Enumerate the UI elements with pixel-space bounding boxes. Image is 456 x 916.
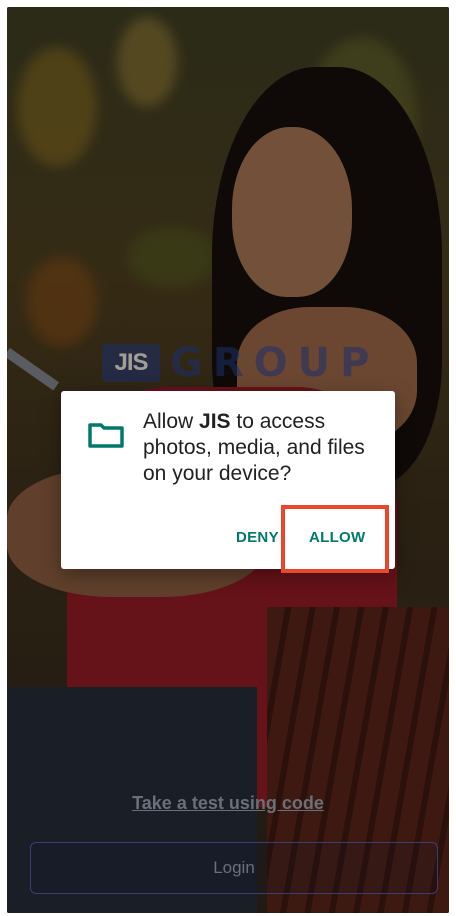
take-test-code-link[interactable]: Take a test using code [7, 793, 449, 814]
message-prefix: Allow [143, 410, 200, 433]
logo-mark: JIS [102, 344, 160, 382]
permission-message: Allow JIS to access photos, media, and f… [143, 409, 379, 487]
login-button-label: Login [213, 858, 255, 877]
logo-word: GROUP [170, 340, 380, 386]
login-button[interactable]: Login [30, 842, 438, 894]
folder-icon [88, 423, 124, 448]
app-logo: JIS GROUP [102, 340, 379, 386]
message-app-name: JIS [199, 410, 231, 433]
allow-highlight-box [281, 505, 389, 573]
deny-button[interactable]: DENY [236, 529, 279, 546]
